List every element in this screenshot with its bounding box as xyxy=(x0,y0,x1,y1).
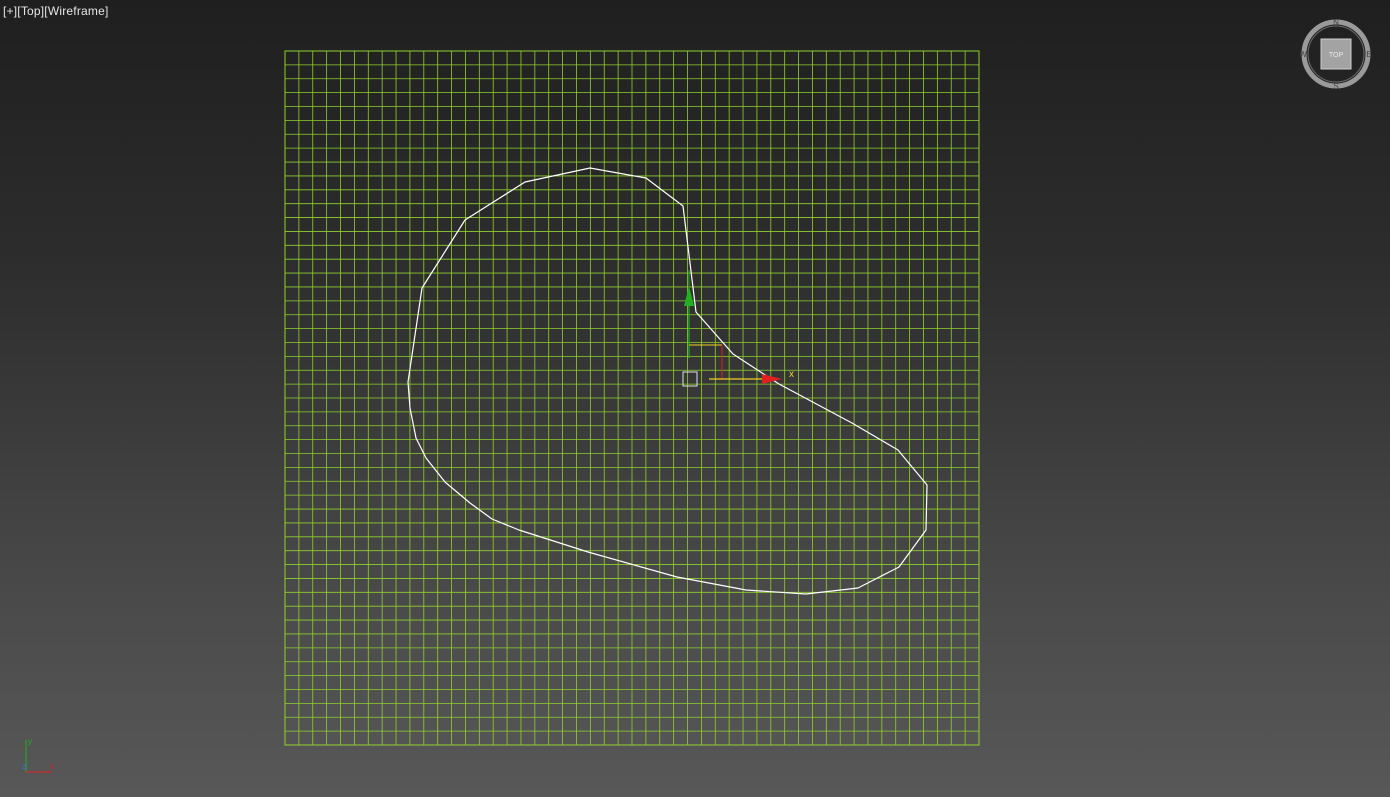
viewcube-compass-s[interactable]: S xyxy=(1333,82,1338,90)
tripod-y-label: y xyxy=(28,737,32,746)
plane-wireframe-grid xyxy=(285,51,979,745)
move-gizmo[interactable]: x xyxy=(682,270,794,387)
viewport-canvas[interactable]: x xyxy=(0,0,1390,797)
viewcube-compass-w[interactable]: W xyxy=(1300,50,1307,59)
gizmo-y-arrowhead[interactable] xyxy=(684,286,694,306)
viewcube-face-label: TOP xyxy=(1329,52,1344,59)
axis-tripod: y x z xyxy=(22,737,54,773)
gizmo-x-label: x xyxy=(789,369,794,380)
spline-shape[interactable] xyxy=(407,167,928,595)
viewcube-compass-n[interactable]: N xyxy=(1333,18,1339,27)
viewcube-compass-e[interactable]: E xyxy=(1366,50,1371,59)
tripod-z-label: z xyxy=(22,762,26,771)
viewcube[interactable]: TOP N S W E xyxy=(1300,18,1372,90)
gizmo-x-arrowhead[interactable] xyxy=(762,374,782,384)
tripod-x-label: x xyxy=(50,762,54,771)
